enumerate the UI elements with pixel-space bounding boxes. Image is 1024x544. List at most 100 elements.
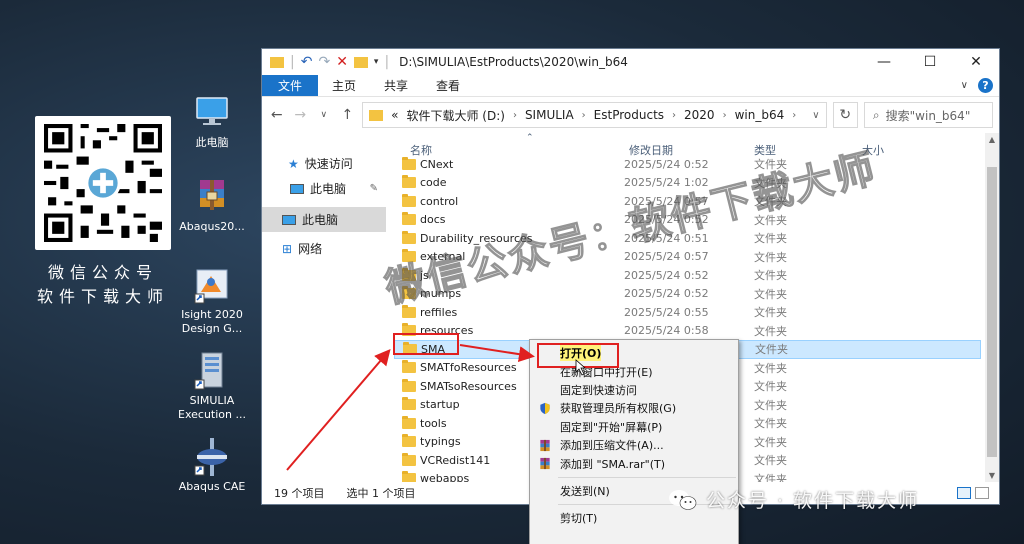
isight-icon xyxy=(191,264,233,306)
tab-home[interactable]: 主页 xyxy=(318,75,370,96)
file-name: startup xyxy=(420,398,460,412)
vertical-scrollbar[interactable]: ▲ ▼ xyxy=(985,133,999,482)
nav-label: 此电脑 xyxy=(302,213,339,227)
scroll-down-icon[interactable]: ▼ xyxy=(985,471,999,480)
computer-icon xyxy=(282,214,296,225)
nav-network[interactable]: ⊞ 网络 xyxy=(262,236,386,261)
desktop-icon-abaqus-cae[interactable]: Abaqus CAE xyxy=(172,436,252,494)
minimize-button[interactable]: — xyxy=(861,49,907,75)
tab-share[interactable]: 共享 xyxy=(370,75,422,96)
scrollbar-thumb[interactable] xyxy=(987,167,997,457)
menu-separator xyxy=(558,476,736,478)
file-type: 文件夹 xyxy=(754,472,787,482)
customize-toolbar-icon[interactable]: ▾ xyxy=(374,57,379,67)
recent-locations-icon[interactable]: ∨ xyxy=(315,110,333,120)
desktop-icon-label: Isight 2020 Design G... xyxy=(181,308,243,335)
breadcrumb-2020[interactable]: 2020 xyxy=(684,108,715,122)
breadcrumb-win-b64[interactable]: win_b64 xyxy=(735,108,785,122)
back-arrow-icon[interactable]: ← xyxy=(268,107,286,123)
sort-up-icon: ⌃ xyxy=(526,133,534,143)
file-type: 文件夹 xyxy=(754,269,787,283)
forward-arrow-icon[interactable]: → xyxy=(292,107,310,123)
table-row[interactable]: resources 2025/5/24 0:58 文件夹 xyxy=(394,322,981,341)
divider: | xyxy=(290,54,295,70)
breadcrumb-simulia[interactable]: SIMULIA xyxy=(525,108,574,122)
breadcrumb-drive[interactable]: 软件下载大师 (D:) xyxy=(406,107,504,124)
expand-ribbon-icon[interactable]: ∨ xyxy=(961,80,968,91)
file-type: 文件夹 xyxy=(754,454,787,468)
tab-view[interactable]: 查看 xyxy=(422,75,474,96)
menu-pin-start[interactable]: 固定到"开始"屏幕(P) xyxy=(530,418,738,436)
search-box[interactable]: ⌕ 搜索"win_b64" xyxy=(863,102,993,128)
details-view-icon[interactable] xyxy=(957,487,971,499)
desktop-icon-label: 此电脑 xyxy=(195,136,229,149)
up-arrow-icon[interactable]: ↑ xyxy=(339,107,357,123)
selection-count: 选中 1 个项目 xyxy=(346,487,416,500)
file-type: 文件夹 xyxy=(755,343,788,357)
undo-icon[interactable]: ↶ xyxy=(301,54,313,70)
redo-icon[interactable]: ↷ xyxy=(318,54,330,70)
file-type: 文件夹 xyxy=(754,250,787,264)
refresh-icon[interactable]: ↻ xyxy=(832,102,858,128)
chevron-right-icon[interactable]: › xyxy=(582,110,586,121)
folder-icon xyxy=(402,471,416,482)
chevron-right-icon[interactable]: › xyxy=(672,110,676,121)
large-icons-view-icon[interactable] xyxy=(975,487,989,499)
chevron-right-icon[interactable]: › xyxy=(792,110,796,121)
bottom-watermark-text: 公众号 · 软件下载大师 xyxy=(706,490,920,512)
file-name: code xyxy=(420,176,447,190)
file-type: 文件夹 xyxy=(754,306,787,320)
shield-icon xyxy=(538,402,552,415)
ribbon-tabs: 文件 主页 共享 查看 ∨ ? xyxy=(262,75,999,97)
maximize-button[interactable]: ☐ xyxy=(907,49,953,75)
highlight-box-sma xyxy=(393,333,459,355)
delete-icon[interactable]: ✕ xyxy=(336,54,348,70)
menu-label: 固定到快速访问 xyxy=(560,383,637,397)
nav-this-pc-pinned[interactable]: 此电脑 ✎ xyxy=(262,176,386,201)
tab-file[interactable]: 文件 xyxy=(262,75,319,96)
file-name: SMATfoResources xyxy=(420,361,517,375)
chevron-down-icon[interactable]: ∨ xyxy=(812,110,819,121)
nav-this-pc[interactable]: 此电脑 xyxy=(262,207,386,232)
chevron-right-icon[interactable]: › xyxy=(723,110,727,121)
menu-add-to-sma-rar[interactable]: 添加到 "SMA.rar"(T) xyxy=(530,454,738,472)
help-icon[interactable]: ? xyxy=(978,78,993,93)
view-switcher xyxy=(957,487,989,499)
menu-label: 固定到"开始"屏幕(P) xyxy=(560,420,663,434)
wechat-icon xyxy=(668,488,698,512)
winrar-archive-icon xyxy=(191,176,233,218)
folder-icon xyxy=(402,156,416,170)
menu-label: 发送到(N) xyxy=(560,484,610,498)
menu-take-ownership[interactable]: 获取管理员所有权限(G) xyxy=(530,399,738,417)
table-row[interactable]: reffiles 2025/5/24 0:55 文件夹 xyxy=(394,303,981,322)
qr-code-graphic xyxy=(44,124,162,242)
folder-icon xyxy=(402,230,416,244)
address-bar[interactable]: « 软件下载大师 (D:) › SIMULIA › EstProducts › … xyxy=(362,102,827,128)
nav-quick-access[interactable]: ★ 快速访问 xyxy=(262,151,386,176)
file-type: 文件夹 xyxy=(754,361,787,375)
desktop-icon-abaqus-archive[interactable]: Abaqus20... xyxy=(172,176,252,234)
star-icon: ★ xyxy=(288,156,299,171)
window-controls: — ☐ ✕ xyxy=(861,49,999,75)
scroll-up-icon[interactable]: ▲ xyxy=(985,135,999,144)
computer-icon xyxy=(191,92,233,134)
menu-label: 剪切(T) xyxy=(560,512,598,526)
file-type: 文件夹 xyxy=(754,417,787,431)
breadcrumb-estproducts[interactable]: EstProducts xyxy=(594,108,664,122)
desktop-icon-simulia-execution[interactable]: SIMULIA Execution ... xyxy=(172,350,252,422)
folder-properties-icon[interactable] xyxy=(353,56,368,68)
desktop-icon-label: Abaqus CAE xyxy=(178,480,246,493)
menu-add-to-archive[interactable]: 添加到压缩文件(A)... xyxy=(530,436,738,454)
qr-caption-line-2: 软件下载大师 xyxy=(36,287,169,306)
chevron-right-icon[interactable]: › xyxy=(513,110,517,121)
menu-pin-quick-access[interactable]: 固定到快速访问 xyxy=(530,381,738,399)
desktop-icon-this-pc[interactable]: 此电脑 xyxy=(172,92,252,150)
desktop-icon-label: SIMULIA Execution ... xyxy=(178,394,246,421)
bottom-watermark: 公众号 · 软件下载大师 xyxy=(668,486,919,513)
file-name: typings xyxy=(420,435,461,449)
breadcrumb-overflow[interactable]: « xyxy=(391,108,398,122)
close-button[interactable]: ✕ xyxy=(953,49,999,75)
desktop-icon-isight[interactable]: Isight 2020 Design G... xyxy=(172,264,252,336)
file-type: 文件夹 xyxy=(754,324,787,338)
folder-icon xyxy=(402,193,416,207)
